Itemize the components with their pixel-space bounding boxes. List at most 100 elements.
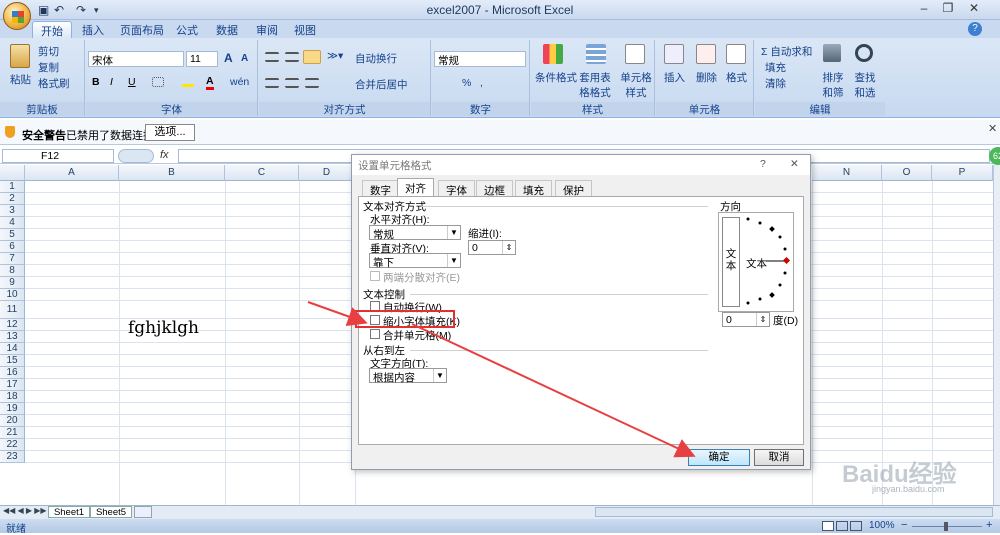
row-header[interactable]: 16 <box>0 367 25 379</box>
comma-button[interactable]: , <box>480 77 483 89</box>
column-header[interactable]: D <box>299 165 355 181</box>
autosum-button[interactable]: Σ 自动求和 <box>761 44 812 59</box>
row-header[interactable]: 9 <box>0 277 25 289</box>
dtab-protection[interactable]: 保护 <box>555 180 592 197</box>
row-header[interactable]: 1 <box>0 181 25 193</box>
row-header[interactable]: 7 <box>0 253 25 265</box>
tab-data[interactable]: 数据 <box>208 21 246 38</box>
row-header[interactable]: 3 <box>0 205 25 217</box>
align-left-icon[interactable] <box>265 78 279 88</box>
row-header[interactable]: 23 <box>0 451 25 463</box>
dialog-close-icon[interactable]: ✕ <box>790 158 799 170</box>
font-name-box[interactable]: 宋体 <box>88 51 184 67</box>
row-header[interactable]: 19 <box>0 403 25 415</box>
align-center-icon[interactable] <box>285 78 299 88</box>
tab-home[interactable]: 开始 <box>32 21 72 38</box>
align-right-icon[interactable] <box>305 78 319 88</box>
column-header[interactable]: O <box>882 165 932 181</box>
row-header[interactable]: 12 <box>0 319 25 331</box>
tab-formulas[interactable]: 公式 <box>168 21 206 38</box>
font-size-box[interactable]: 11 <box>186 51 218 67</box>
dtab-border[interactable]: 边框 <box>476 180 513 197</box>
underline-button[interactable]: U <box>128 76 136 88</box>
fill-color-icon[interactable] <box>182 77 194 87</box>
copy-button[interactable]: 复制 <box>38 60 59 75</box>
cell-b11[interactable]: fghjklgh <box>128 318 199 338</box>
vertical-text-box[interactable]: 文本 <box>722 217 740 307</box>
row-header[interactable]: 17 <box>0 379 25 391</box>
merge-cells-checkbox[interactable] <box>370 329 380 339</box>
zoom-slider-thumb[interactable] <box>944 522 948 531</box>
row-header[interactable]: 6 <box>0 241 25 253</box>
page-layout-view-icon[interactable] <box>836 521 848 531</box>
shrink-font-button[interactable]: A <box>241 53 248 64</box>
row-header[interactable]: 18 <box>0 391 25 403</box>
close-icon[interactable]: ✕ <box>962 1 986 18</box>
align-top-icon[interactable] <box>265 52 279 62</box>
normal-view-icon[interactable] <box>822 521 834 531</box>
restore-icon[interactable]: ❐ <box>936 1 960 18</box>
row-header[interactable]: 21 <box>0 427 25 439</box>
minimize-icon[interactable]: – <box>912 1 936 18</box>
row-header[interactable]: 14 <box>0 343 25 355</box>
row-header[interactable]: 4 <box>0 217 25 229</box>
sheet-nav-icon[interactable]: ◀◀ ◀ ▶ ▶▶ <box>3 506 47 515</box>
tab-page-layout[interactable]: 页面布局 <box>112 21 172 38</box>
clear-button[interactable]: 清除 <box>765 76 786 91</box>
border-icon[interactable] <box>152 77 164 87</box>
help-icon[interactable]: ? <box>968 22 982 36</box>
percent-button[interactable]: % <box>462 77 471 89</box>
row-header[interactable]: 13 <box>0 331 25 343</box>
degree-spinner[interactable]: 0 ⇕ <box>722 312 770 327</box>
row-header[interactable]: 11 <box>0 301 25 319</box>
select-all-corner[interactable] <box>0 165 25 181</box>
name-box[interactable]: F12 <box>2 149 114 163</box>
page-break-view-icon[interactable] <box>850 521 862 531</box>
security-options-button[interactable]: 选项... <box>145 124 195 141</box>
format-cells-button[interactable]: 格式 <box>726 70 747 85</box>
table-format-button[interactable]: 套用表格格式 <box>575 70 615 100</box>
fx-icon[interactable]: fx <box>160 149 169 161</box>
insert-cells-button[interactable]: 插入 <box>664 70 685 85</box>
ok-button[interactable]: 确定 <box>688 449 750 466</box>
number-format-box[interactable]: 常规 <box>434 51 526 67</box>
dtab-number[interactable]: 数字 <box>362 180 399 197</box>
horizontal-scrollbar[interactable] <box>595 507 993 517</box>
row-header[interactable]: 15 <box>0 355 25 367</box>
bold-button[interactable]: B <box>92 76 100 88</box>
office-button[interactable] <box>3 2 31 30</box>
dtab-alignment[interactable]: 对齐 <box>397 178 434 196</box>
cancel-button[interactable]: 取消 <box>754 449 804 466</box>
zoom-level[interactable]: 100% <box>869 520 895 531</box>
h-align-select[interactable]: 常规 ▼ <box>369 225 461 241</box>
insert-sheet-icon[interactable] <box>134 506 152 518</box>
close-security-icon[interactable]: ✕ <box>988 122 997 135</box>
delete-cells-button[interactable]: 删除 <box>696 70 717 85</box>
zoom-out-icon[interactable]: − <box>901 519 907 531</box>
sheet-tab-5[interactable]: Sheet5 <box>90 506 132 518</box>
conditional-format-button[interactable]: 条件格式 <box>535 70 577 85</box>
row-header[interactable]: 8 <box>0 265 25 277</box>
fill-button[interactable]: 填充 <box>765 60 786 75</box>
justify-distributed-checkbox[interactable] <box>370 271 380 281</box>
tab-insert[interactable]: 插入 <box>74 21 112 38</box>
tab-review[interactable]: 审阅 <box>248 21 286 38</box>
column-header[interactable]: P <box>932 165 993 181</box>
align-bottom-icon[interactable] <box>303 50 321 64</box>
italic-button[interactable]: I <box>110 76 113 88</box>
column-header[interactable]: B <box>119 165 225 181</box>
dtab-font[interactable]: 字体 <box>438 180 475 197</box>
format-painter-button[interactable]: 格式刷 <box>38 76 70 91</box>
row-header[interactable]: 5 <box>0 229 25 241</box>
font-color-button[interactable]: A <box>206 75 214 90</box>
wrap-text-button[interactable]: 自动换行 <box>355 51 397 66</box>
dialog-help-icon[interactable]: ? <box>760 158 766 170</box>
row-header[interactable]: 2 <box>0 193 25 205</box>
formula-cancel-icon[interactable] <box>118 149 154 163</box>
vertical-scrollbar[interactable] <box>993 165 1000 505</box>
column-header[interactable]: A <box>25 165 119 181</box>
cell-style-button[interactable]: 单元格样式 <box>619 70 653 100</box>
column-header[interactable]: C <box>225 165 299 181</box>
zoom-in-icon[interactable]: + <box>986 519 992 531</box>
sheet-tab-1[interactable]: Sheet1 <box>48 506 90 518</box>
